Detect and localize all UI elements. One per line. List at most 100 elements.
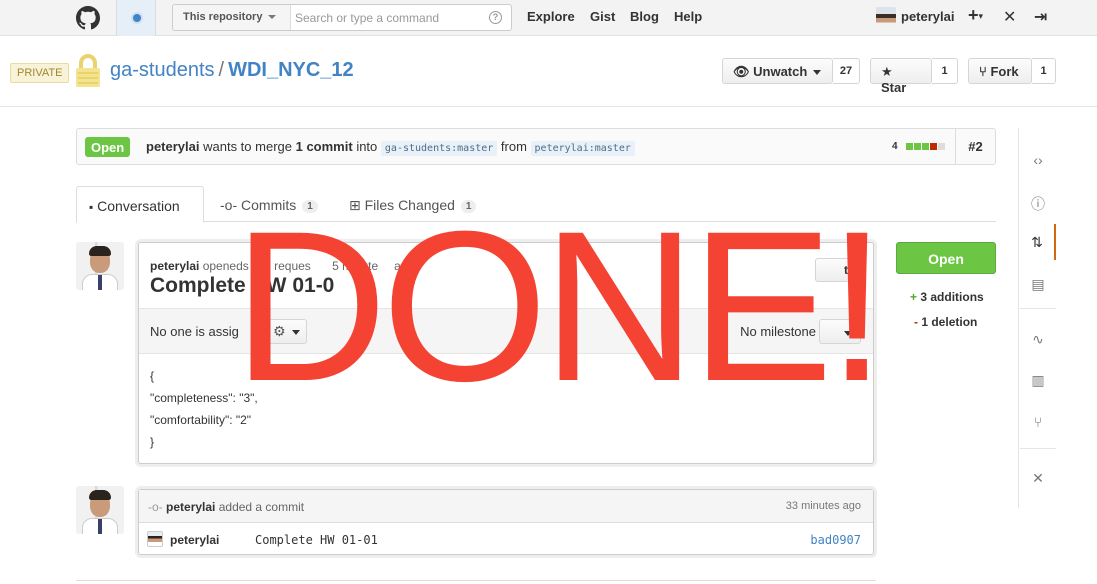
tab-conversation[interactable]: ▪ Conversation <box>76 186 204 223</box>
commit-event-meta: -o- peterylai added a commit <box>148 500 304 514</box>
milestone-text: No milestone <box>740 324 816 339</box>
watch-count[interactable]: 27 <box>833 58 860 84</box>
additions-summary: + 3 additions <box>910 290 984 304</box>
search-box: This repository ? <box>172 4 512 31</box>
nav-gist[interactable]: Gist <box>590 9 615 24</box>
fork-button[interactable]: ⑂ Fork <box>968 58 1032 84</box>
commit-user-avatar[interactable] <box>147 531 163 547</box>
nav-help[interactable]: Help <box>674 9 702 24</box>
pr-merge-summary: peterylai wants to merge 1 commit into g… <box>146 139 635 156</box>
pr-tabs: ▪ Conversation -o- Commits 1 ⊞ Files Chan… <box>76 186 996 223</box>
pull-requests-icon[interactable]: ⇅ <box>1020 224 1056 260</box>
body-line: } <box>150 435 155 449</box>
tab-commits[interactable]: -o- Commits 1 <box>220 186 318 222</box>
diffstat-add-block <box>906 142 914 150</box>
commit-author-avatar[interactable] <box>76 486 124 534</box>
commit-icon: -o- <box>220 197 238 213</box>
tab-label: Commits <box>241 197 297 213</box>
base-branch[interactable]: ga-students:master <box>380 141 498 156</box>
edit-button[interactable]: t <box>815 258 861 282</box>
wiki-icon[interactable]: ▤ <box>1020 266 1056 302</box>
create-new-icon[interactable]: +▾ <box>968 5 983 26</box>
state-open-badge: Open <box>85 137 131 157</box>
search-scope[interactable]: This repository <box>173 5 291 30</box>
search-scope-label: This repository <box>183 11 263 23</box>
commit-user[interactable]: peterylai <box>170 533 219 547</box>
repo-title: ga-students / WDI_NYC_12 <box>110 59 354 82</box>
body-line: "completeness": "3", <box>150 391 258 405</box>
star-button[interactable]: ★ Star <box>870 58 932 95</box>
chevron-down-icon <box>844 331 852 337</box>
pulse-icon[interactable]: ∿ <box>1020 321 1056 357</box>
from-text: from <box>500 139 527 154</box>
fork-label: Fork <box>990 64 1019 79</box>
tab-count: 1 <box>460 199 477 213</box>
diffstat-neutral-block <box>938 142 946 150</box>
issues-icon[interactable]: ⓘ <box>1020 184 1056 220</box>
diffstat[interactable]: 4 <box>892 141 946 152</box>
star-count[interactable]: 1 <box>932 58 958 84</box>
commit-message[interactable]: Complete HW 01-01 <box>255 533 378 547</box>
unwatch-label: Unwatch <box>753 64 808 79</box>
assignee-gear-button[interactable]: ⚙ <box>263 319 307 344</box>
timeline-divider <box>76 580 876 581</box>
fork-count[interactable]: 1 <box>1032 58 1056 84</box>
repo-title-separator: / <box>218 59 225 81</box>
author-avatar[interactable] <box>76 242 124 290</box>
diffstat-add-block <box>922 142 930 150</box>
nav-explore[interactable]: Explore <box>527 9 575 24</box>
comment-icon: ▪ <box>89 200 94 214</box>
meta-tail: s pull reques <box>242 259 311 273</box>
pr-author-link[interactable]: peterylai <box>146 139 199 154</box>
gear-icon: ⚙ <box>273 323 286 339</box>
notification-dot-icon <box>133 14 141 22</box>
commit-event-header: -o- peterylai added a commit 33 minutes … <box>139 490 873 523</box>
pr-discussion: peterylai openeds pull reques 5 minute ag… <box>138 242 874 464</box>
head-branch[interactable]: peterylai:master <box>530 141 635 156</box>
username[interactable]: peterylai <box>901 9 954 24</box>
graphs-icon[interactable]: ▥ <box>1020 362 1056 398</box>
settings-tools-icon[interactable]: ✕ <box>1020 460 1056 496</box>
deletions-summary: - 1 deletion <box>914 315 977 329</box>
commit-row: peterylai Complete HW 01-01 bad0907 <box>139 524 873 555</box>
assignee-text: No one is assig <box>150 324 239 339</box>
settings-tools-icon[interactable]: ✕ <box>1003 7 1016 27</box>
into-text: into <box>356 139 378 154</box>
sign-out-icon[interactable]: ⇥ <box>1034 7 1047 27</box>
discussion-meta-bar: No one is assig ⚙ No milestone <box>139 309 873 354</box>
meta-opened: opened <box>202 259 243 273</box>
site-header: This repository ? Explore Gist Blog Help… <box>0 0 1097 36</box>
commit-event-action: added a commit <box>218 500 305 514</box>
commit-sha-link[interactable]: bad0907 <box>810 533 861 547</box>
discussion-author-link[interactable]: peterylai <box>150 259 199 273</box>
meta-time: 5 minute <box>332 259 379 273</box>
nav-blog[interactable]: Blog <box>630 9 659 24</box>
merge-text: wants to merge <box>203 139 292 154</box>
commit-event: -o- peterylai added a commit 33 minutes … <box>138 489 874 555</box>
tab-label: Files Changed <box>364 197 455 213</box>
github-logo-icon[interactable] <box>76 6 100 30</box>
discussion-header: peterylai openeds pull reques 5 minute ag… <box>139 243 873 309</box>
help-icon[interactable]: ? <box>489 11 502 24</box>
user-avatar[interactable] <box>876 7 896 27</box>
star-icon: ★ <box>881 64 893 79</box>
pr-number: #2 <box>955 129 995 164</box>
commit-icon: -o- <box>148 500 163 514</box>
repo-name-link[interactable]: WDI_NYC_12 <box>228 59 354 81</box>
repo-owner-link[interactable]: ga-students <box>110 59 215 81</box>
discussion-meta: peterylai openeds pull reques 5 minute ag… <box>150 259 414 273</box>
open-state-button[interactable]: Open <box>896 242 996 274</box>
unwatch-button[interactable]: 👁 Unwatch <box>722 58 833 84</box>
pr-title: Complete HW 01-0 <box>150 274 335 297</box>
tab-files-changed[interactable]: ⊞ Files Changed 1 <box>349 186 477 222</box>
lock-icon <box>76 54 100 87</box>
network-icon[interactable]: ⑂ <box>1020 404 1056 440</box>
commit-event-author-link[interactable]: peterylai <box>166 500 215 514</box>
repo-header: PRIVATE ga-students / WDI_NYC_12 👁 Unwatch… <box>0 37 1097 107</box>
code-icon[interactable]: ‹› <box>1020 142 1056 178</box>
diffstat-total: 4 <box>892 141 898 152</box>
meta-ago: ago <box>394 259 415 273</box>
notifications-button[interactable] <box>116 0 156 36</box>
milestone-button[interactable] <box>819 319 861 344</box>
search-input[interactable] <box>295 8 485 27</box>
